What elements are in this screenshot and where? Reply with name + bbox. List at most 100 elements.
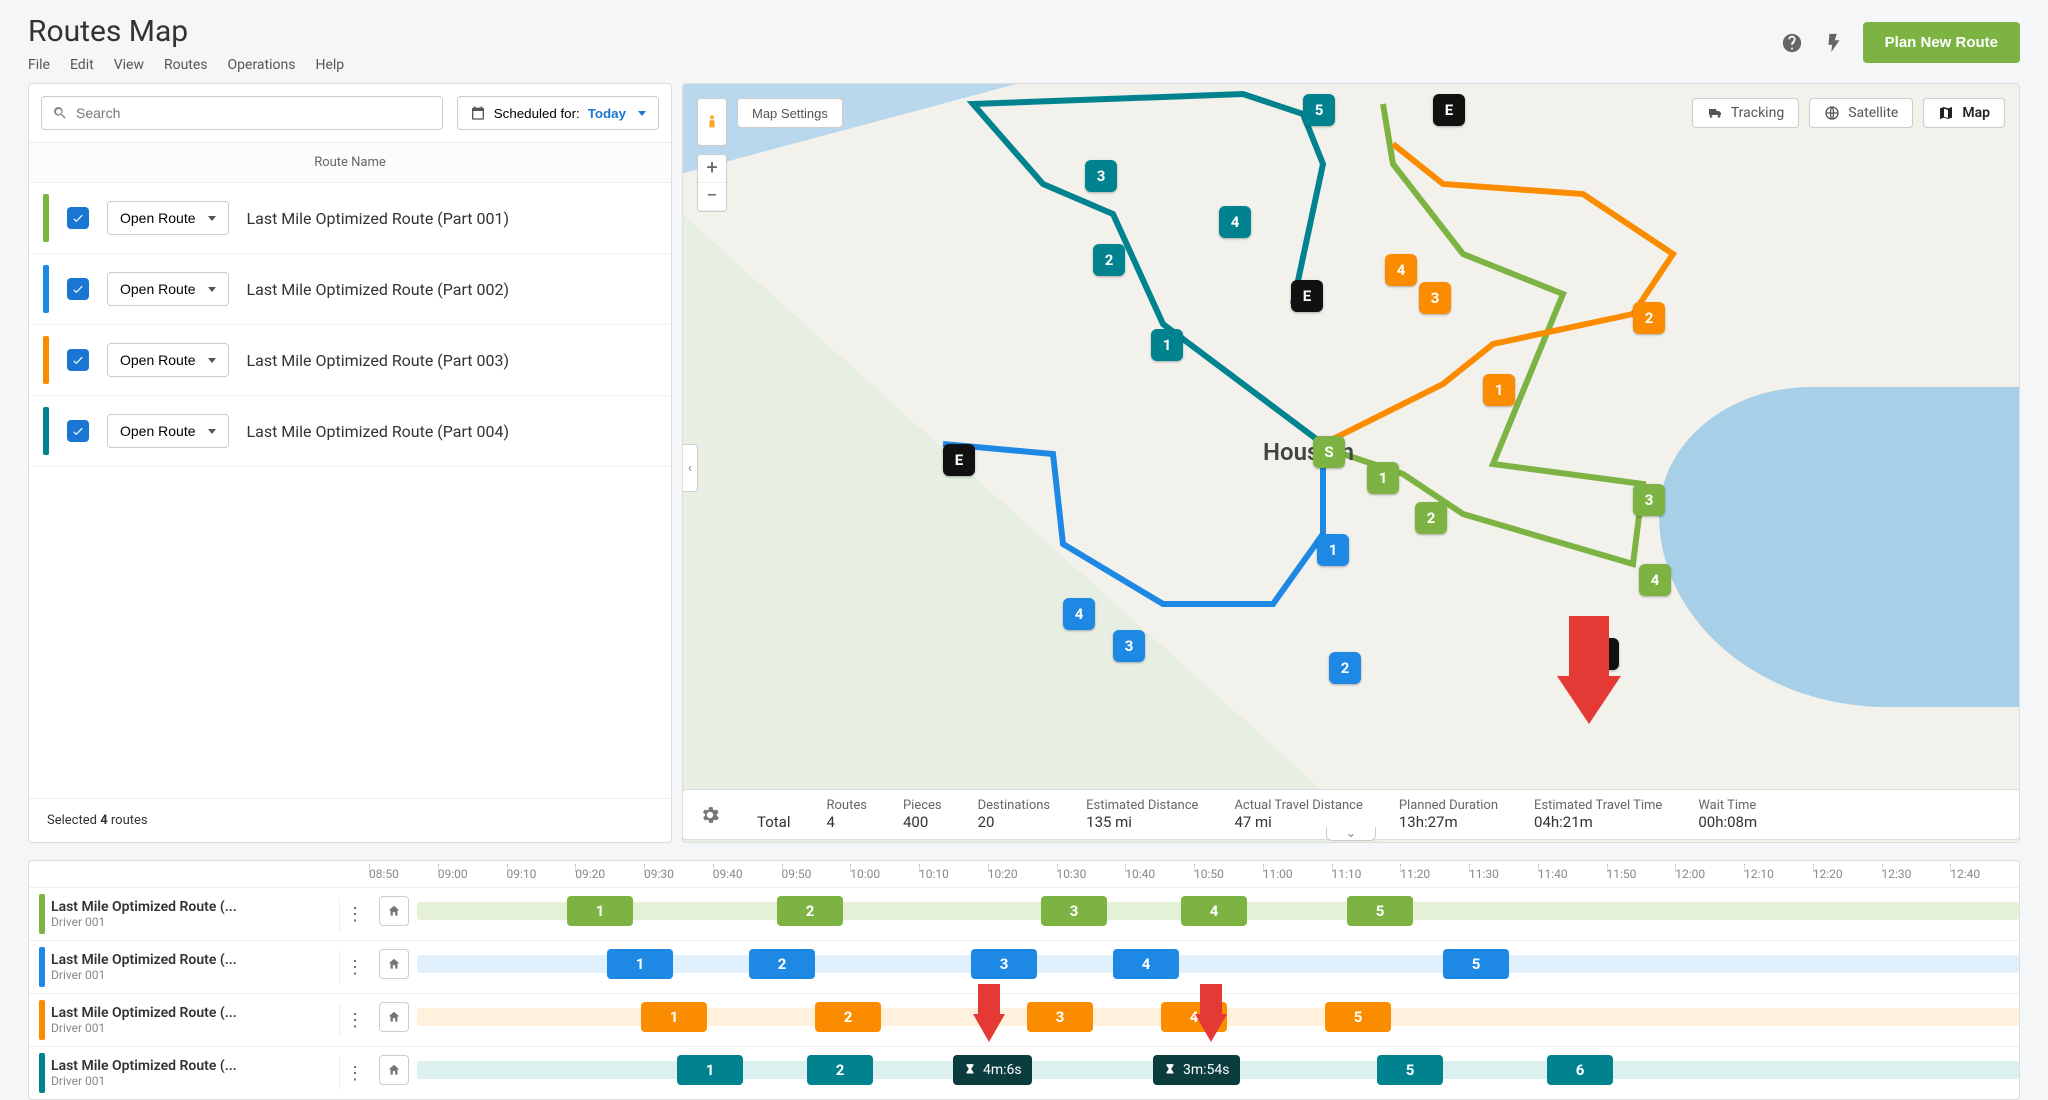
scheduled-for-button[interactable]: Scheduled for: Today: [457, 96, 659, 130]
route-color-stripe: [43, 265, 49, 313]
timeline-stop[interactable]: 1: [641, 1002, 707, 1032]
home-icon[interactable]: [379, 896, 409, 926]
timeline-wait-chip[interactable]: 4m:6s: [953, 1055, 1032, 1085]
satellite-toggle[interactable]: Satellite: [1809, 98, 1913, 128]
plan-new-route-button[interactable]: Plan New Route: [1863, 22, 2020, 63]
timeline-stop[interactable]: 3: [1027, 1002, 1093, 1032]
route-color-stripe: [43, 336, 49, 384]
home-icon[interactable]: [379, 1055, 409, 1085]
waypoint[interactable]: 4: [1063, 598, 1095, 630]
timeline-stop[interactable]: 4: [1181, 896, 1247, 926]
route-color-stripe: [39, 947, 45, 987]
kebab-icon[interactable]: ⋮: [339, 898, 359, 931]
waypoint[interactable]: 2: [1329, 652, 1361, 684]
map-settings-button[interactable]: Map Settings: [737, 98, 843, 128]
home-icon[interactable]: [379, 1002, 409, 1032]
home-icon[interactable]: [379, 949, 409, 979]
timeline-row: Last Mile Optimized Route (...Driver 001…: [29, 1046, 2019, 1099]
help-icon[interactable]: [1779, 30, 1805, 56]
route-checkbox[interactable]: [67, 420, 89, 442]
menu-routes[interactable]: Routes: [164, 57, 208, 73]
timeline-tick: 10:00: [850, 867, 919, 881]
waypoint[interactable]: 3: [1085, 160, 1117, 192]
route-row[interactable]: Open Route Last Mile Optimized Route (Pa…: [29, 396, 671, 467]
timeline-row: Last Mile Optimized Route (...Driver 001…: [29, 993, 2019, 1046]
timeline-tick: 10:10: [919, 867, 988, 881]
waypoint[interactable]: 2: [1633, 302, 1665, 334]
waypoint[interactable]: 4: [1385, 254, 1417, 286]
menu-operations[interactable]: Operations: [228, 57, 296, 73]
timeline-stop[interactable]: 1: [607, 949, 673, 979]
chevron-down-icon: [208, 429, 216, 434]
timeline-tick: 11:40: [1538, 867, 1607, 881]
menu-file[interactable]: File: [28, 57, 50, 73]
menu-view[interactable]: View: [114, 57, 144, 73]
waypoint[interactable]: 3: [1419, 282, 1451, 314]
open-route-button[interactable]: Open Route: [107, 414, 229, 448]
expand-stats-button[interactable]: ⌄: [1326, 827, 1376, 841]
streetview-icon[interactable]: [697, 98, 727, 146]
gear-icon[interactable]: [699, 804, 721, 826]
timeline-stop[interactable]: 2: [807, 1055, 873, 1085]
timeline-stop[interactable]: 5: [1443, 949, 1509, 979]
collapse-sidebar-button[interactable]: ‹: [682, 444, 698, 492]
timeline-stop[interactable]: 6: [1547, 1055, 1613, 1085]
calendar-icon: [470, 105, 486, 121]
timeline-wait-chip[interactable]: 3m:54s: [1153, 1055, 1240, 1085]
waypoint[interactable]: 4: [1219, 206, 1251, 238]
kebab-icon[interactable]: ⋮: [339, 1057, 359, 1090]
waypoint[interactable]: 1: [1151, 329, 1183, 361]
route-row[interactable]: Open Route Last Mile Optimized Route (Pa…: [29, 325, 671, 396]
zoom-out-button[interactable]: −: [698, 183, 726, 211]
timeline-stop[interactable]: 5: [1377, 1055, 1443, 1085]
waypoint[interactable]: 3: [1633, 484, 1665, 516]
timeline-tick: 11:50: [1607, 867, 1676, 881]
route-row[interactable]: Open Route Last Mile Optimized Route (Pa…: [29, 254, 671, 325]
open-route-button[interactable]: Open Route: [107, 201, 229, 235]
open-route-button[interactable]: Open Route: [107, 272, 229, 306]
waypoint-end[interactable]: E: [1433, 94, 1465, 126]
timeline-stop[interactable]: 2: [749, 949, 815, 979]
route-name-column-header: Route Name: [29, 142, 671, 183]
kebab-icon[interactable]: ⋮: [339, 951, 359, 984]
zoom-in-button[interactable]: +: [698, 155, 726, 183]
search-input[interactable]: [76, 105, 432, 121]
waypoint[interactable]: 1: [1317, 534, 1349, 566]
hourglass-icon: [1163, 1063, 1177, 1077]
timeline-stop[interactable]: 3: [971, 949, 1037, 979]
route-checkbox[interactable]: [67, 349, 89, 371]
bolt-icon[interactable]: [1821, 30, 1847, 56]
timeline-stop[interactable]: 5: [1347, 896, 1413, 926]
route-checkbox[interactable]: [67, 207, 89, 229]
waypoint[interactable]: 1: [1367, 462, 1399, 494]
route-row[interactable]: Open Route Last Mile Optimized Route (Pa…: [29, 183, 671, 254]
waypoint[interactable]: 5: [1303, 94, 1335, 126]
map-view-toggle[interactable]: Map: [1923, 98, 2005, 128]
kebab-icon[interactable]: ⋮: [339, 1004, 359, 1037]
map-panel[interactable]: Houston S 1 2 3 4 1 2 3 4 E 1 2 3 4 5 E …: [682, 83, 2020, 843]
timeline-stop[interactable]: 1: [677, 1055, 743, 1085]
timeline-route-title: Last Mile Optimized Route (...: [51, 1058, 333, 1074]
waypoint[interactable]: 2: [1415, 502, 1447, 534]
route-checkbox[interactable]: [67, 278, 89, 300]
waypoint[interactable]: 4: [1639, 564, 1671, 596]
timeline-stop[interactable]: 2: [777, 896, 843, 926]
timeline-stop[interactable]: 4: [1113, 949, 1179, 979]
menu-help[interactable]: Help: [315, 57, 344, 73]
waypoint-end[interactable]: E: [1291, 280, 1323, 312]
timeline-tick: 12:30: [1882, 867, 1951, 881]
timeline-stop[interactable]: 1: [567, 896, 633, 926]
timeline-stop[interactable]: 2: [815, 1002, 881, 1032]
waypoint[interactable]: 2: [1093, 244, 1125, 276]
timeline-stop[interactable]: 3: [1041, 896, 1107, 926]
timeline-stop[interactable]: 5: [1325, 1002, 1391, 1032]
menu-edit[interactable]: Edit: [70, 57, 94, 73]
open-route-button[interactable]: Open Route: [107, 343, 229, 377]
search-input-wrapper[interactable]: [41, 96, 443, 130]
tracking-toggle[interactable]: Tracking: [1692, 98, 1799, 128]
waypoint[interactable]: 3: [1113, 630, 1145, 662]
waypoint[interactable]: 1: [1483, 374, 1515, 406]
waypoint-start[interactable]: S: [1313, 436, 1345, 468]
timeline-route-title: Last Mile Optimized Route (...: [51, 899, 333, 915]
waypoint-end[interactable]: E: [943, 444, 975, 476]
